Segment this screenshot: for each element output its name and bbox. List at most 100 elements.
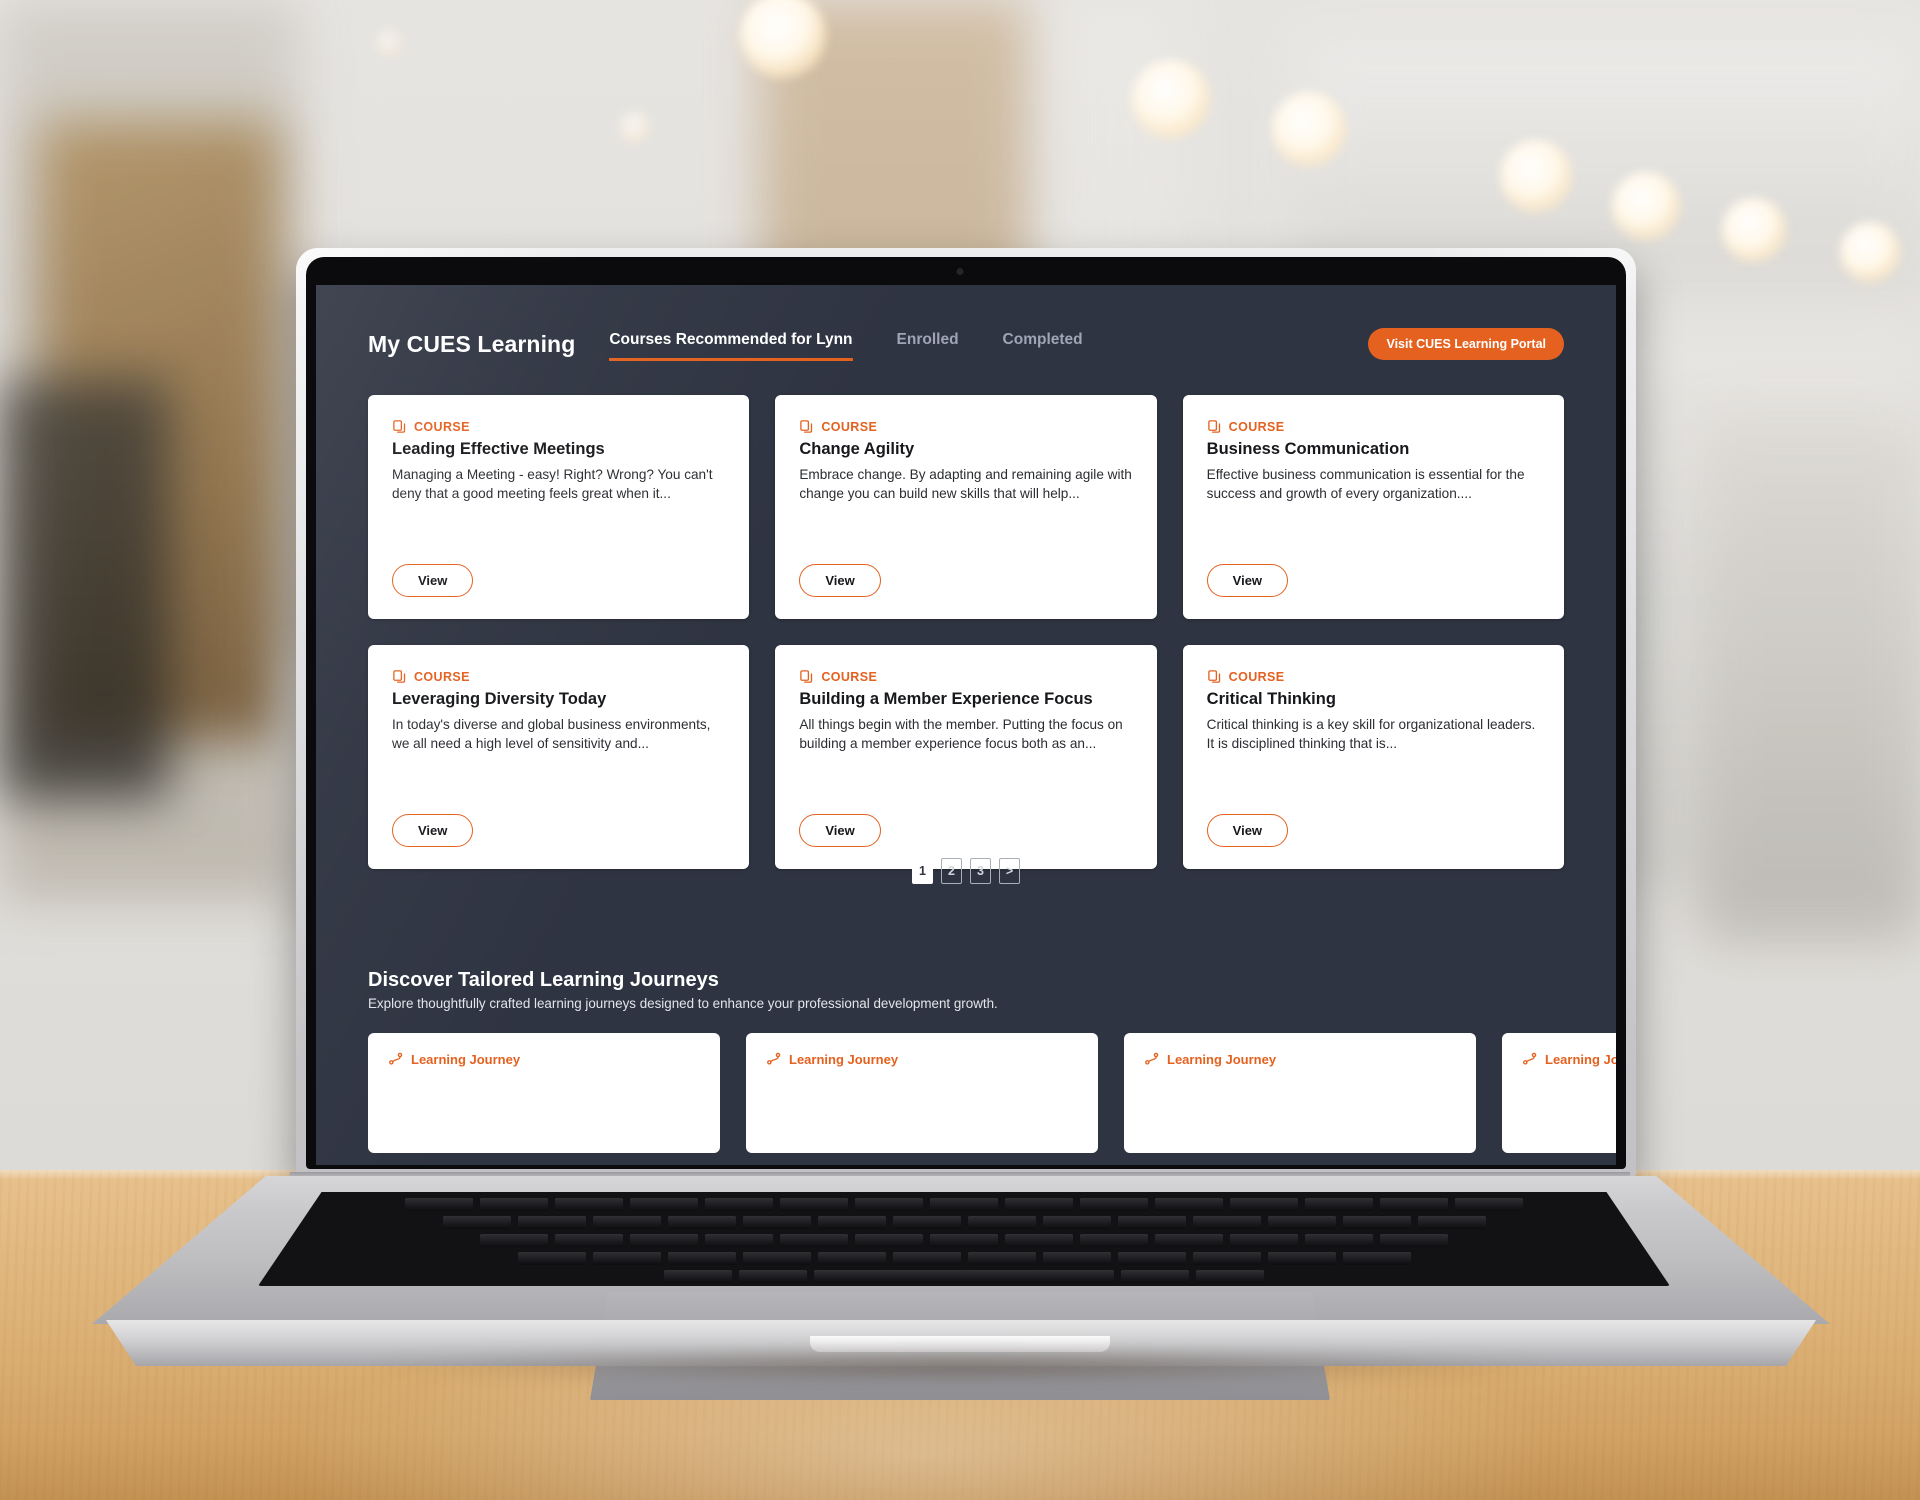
key	[967, 1252, 1036, 1265]
course-kicker: COURSE	[1207, 419, 1540, 434]
course-card[interactable]: COURSE Change Agility Embrace change. By…	[775, 395, 1157, 619]
card-spacer	[1207, 754, 1540, 814]
card-spacer	[799, 754, 1132, 814]
page-next-button[interactable]: >	[999, 858, 1020, 884]
page-button-1[interactable]: 1	[912, 858, 933, 884]
key	[630, 1234, 698, 1247]
course-kicker: COURSE	[799, 419, 1132, 434]
course-description: Embrace change. By adapting and remainin…	[799, 466, 1132, 502]
pagination: 1 2 3 >	[316, 858, 1616, 884]
keyboard-row	[258, 1252, 1670, 1265]
route-path-icon	[1144, 1051, 1160, 1067]
copy-pages-icon	[392, 419, 407, 434]
view-button[interactable]: View	[799, 814, 881, 847]
key	[480, 1234, 548, 1247]
course-kicker-label: COURSE	[1228, 419, 1285, 434]
key	[1380, 1198, 1448, 1211]
key	[555, 1198, 623, 1211]
key	[1042, 1216, 1111, 1229]
key	[1005, 1234, 1073, 1247]
course-card[interactable]: COURSE Building a Member Experience Focu…	[775, 645, 1157, 869]
journey-kicker: Learning Journey	[1144, 1051, 1456, 1067]
key	[1230, 1198, 1298, 1211]
card-spacer	[392, 504, 725, 564]
page-button-3[interactable]: 3	[970, 858, 991, 884]
course-description: Effective business communication is esse…	[1206, 466, 1525, 502]
course-title: Building a Member Experience Focus	[799, 690, 1093, 708]
app-header: My CUES Learning Courses Recommended for…	[368, 323, 1564, 365]
key	[1117, 1216, 1186, 1229]
view-button[interactable]: View	[392, 814, 474, 847]
key	[742, 1216, 811, 1229]
key	[705, 1198, 773, 1211]
key	[1417, 1216, 1486, 1229]
key	[1155, 1198, 1223, 1211]
copy-pages-icon	[799, 669, 814, 684]
copy-pages-icon	[799, 419, 814, 434]
laptop-screen: My CUES Learning Courses Recommended for…	[316, 285, 1616, 1165]
journey-kicker: Learning Journey	[766, 1051, 1078, 1067]
view-button[interactable]: View	[392, 564, 474, 597]
course-kicker-label: COURSE	[1228, 669, 1285, 684]
key	[517, 1216, 586, 1229]
view-button[interactable]: View	[799, 564, 881, 597]
tab-courses-recommended[interactable]: Courses Recommended for Lynn	[609, 328, 853, 361]
laptop-keyboard	[258, 1192, 1670, 1286]
key	[1342, 1252, 1411, 1265]
spacebar-key	[814, 1270, 1114, 1283]
key	[892, 1252, 961, 1265]
key	[592, 1216, 661, 1229]
course-description: Managing a Meeting - easy! Right? Wrong?…	[392, 466, 713, 502]
route-path-icon	[766, 1051, 782, 1067]
keyboard-row	[258, 1216, 1670, 1229]
laptop-shadow	[90, 1352, 1830, 1396]
page-button-2[interactable]: 2	[941, 858, 962, 884]
key	[817, 1216, 886, 1229]
key	[780, 1234, 848, 1247]
key	[930, 1234, 998, 1247]
journey-kicker-label: Learning Journey	[1167, 1051, 1277, 1067]
course-title: Business Communication	[1206, 440, 1410, 458]
keyboard-row	[258, 1198, 1670, 1211]
key	[592, 1252, 661, 1265]
view-button[interactable]: View	[1206, 564, 1289, 597]
key	[967, 1216, 1036, 1229]
key	[855, 1198, 923, 1211]
key	[1155, 1234, 1223, 1247]
journey-card[interactable]: Learning Journey	[1124, 1033, 1476, 1153]
journey-card[interactable]: Learning Journey	[1502, 1033, 1616, 1153]
journey-card[interactable]: Learning Journey	[368, 1033, 720, 1153]
course-title: Leading Effective Meetings	[392, 440, 605, 458]
journey-card[interactable]: Learning Journey	[746, 1033, 1098, 1153]
course-title: Critical Thinking	[1206, 690, 1336, 708]
course-card[interactable]: COURSE Leveraging Diversity Today In tod…	[368, 645, 750, 869]
visit-portal-button[interactable]: Visit CUES Learning Portal	[1368, 328, 1564, 360]
course-title: Change Agility	[799, 440, 915, 458]
course-card[interactable]: COURSE Business Communication Effective …	[1182, 395, 1564, 619]
key	[1042, 1252, 1111, 1265]
key	[930, 1198, 998, 1211]
key	[855, 1234, 923, 1247]
key	[1080, 1234, 1148, 1247]
key	[1005, 1198, 1073, 1211]
key	[1305, 1198, 1373, 1211]
tab-enrolled[interactable]: Enrolled	[897, 328, 959, 361]
journey-card-row: Learning Journey Learning Journey Learni…	[368, 1033, 1616, 1153]
journey-kicker: Learning Journey	[1522, 1051, 1616, 1067]
course-kicker-label: COURSE	[821, 419, 878, 434]
keyboard-row	[258, 1234, 1670, 1247]
learning-journeys-section: Discover Tailored Learning Journeys Expl…	[368, 969, 1616, 1153]
key	[1380, 1234, 1448, 1247]
course-card[interactable]: COURSE Leading Effective Meetings Managi…	[368, 395, 750, 619]
view-button[interactable]: View	[1206, 814, 1289, 847]
journeys-subheading: Explore thoughtfully crafted learning jo…	[368, 996, 998, 1011]
journey-kicker-label: Learning Journey	[411, 1051, 521, 1067]
key	[817, 1252, 886, 1265]
webcam-icon	[956, 268, 964, 275]
course-description: In today's diverse and global business e…	[392, 716, 711, 752]
photo-scene: My CUES Learning Courses Recommended for…	[0, 0, 1920, 1500]
tab-completed[interactable]: Completed	[1003, 328, 1083, 361]
course-card[interactable]: COURSE Critical Thinking Critical thinki…	[1182, 645, 1564, 869]
tab-bar: Courses Recommended for Lynn Enrolled Co…	[609, 328, 1126, 361]
course-kicker-label: COURSE	[821, 669, 878, 684]
